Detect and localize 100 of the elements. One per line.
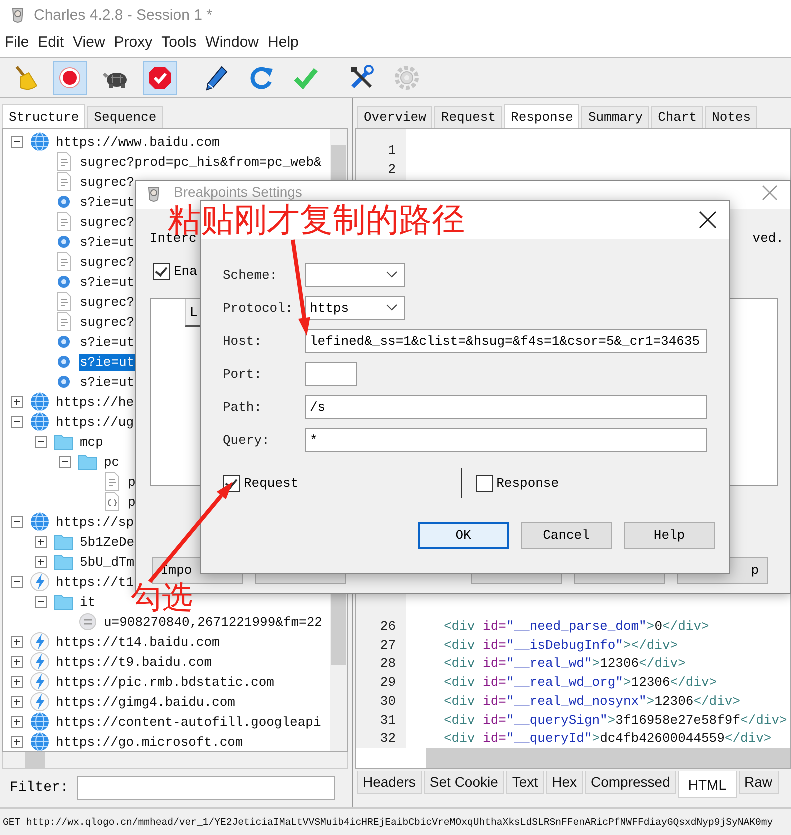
tab[interactable]: Response: [504, 104, 580, 128]
tree-item[interactable]: 5bU_dTm: [79, 554, 136, 570]
tree-item[interactable]: s?ie=ut: [79, 374, 136, 390]
scrollbar[interactable]: [426, 748, 790, 768]
tab[interactable]: Summary: [581, 106, 650, 128]
dialog-button[interactable]: Cancel: [521, 522, 612, 549]
tree-item[interactable]: s?ie=ut: [79, 194, 136, 210]
dialog-button[interactable]: Help: [624, 522, 715, 549]
dropdown[interactable]: [305, 263, 405, 287]
line-number: 32: [379, 731, 396, 746]
menu-item[interactable]: File: [0, 34, 34, 51]
tree-item[interactable]: https://go.microsoft.com: [55, 734, 244, 750]
tree-item[interactable]: sugrec?: [79, 314, 136, 330]
tab[interactable]: Sequence: [87, 106, 163, 128]
tree-item[interactable]: mcp: [79, 434, 104, 450]
tab[interactable]: Headers: [357, 771, 422, 794]
tab[interactable]: Hex: [546, 771, 583, 794]
tree-item[interactable]: https://ug: [55, 414, 136, 430]
tree-item[interactable]: s?ie=ut: [79, 334, 136, 350]
field-label: Host:: [223, 334, 262, 348]
tab[interactable]: Notes: [705, 106, 758, 128]
expand-icon[interactable]: [11, 396, 23, 408]
input-field[interactable]: /s: [305, 395, 707, 419]
menu-item[interactable]: Edit: [33, 34, 68, 51]
collapse-icon[interactable]: [35, 596, 47, 608]
dialog-title: Breakpoints Settings: [174, 185, 304, 200]
tab[interactable]: Text: [506, 771, 544, 794]
collapse-icon[interactable]: [59, 456, 71, 468]
window-title: Charles 4.2.8 - Session 1 *: [34, 6, 212, 24]
tab[interactable]: Set Cookie: [424, 771, 504, 794]
intro-text: ved.: [752, 231, 784, 246]
checkbox-label: Response: [496, 476, 560, 490]
input-field[interactable]: *: [305, 428, 707, 452]
collapse-icon[interactable]: [35, 436, 47, 448]
tree-item[interactable]: p: [127, 494, 137, 510]
collapse-icon[interactable]: [11, 416, 23, 428]
dialog-button[interactable]: OK: [418, 522, 509, 549]
tab[interactable]: Request: [434, 106, 502, 128]
tree-item[interactable]: s?ie=ut: [79, 354, 136, 370]
field-label: Path:: [223, 400, 262, 414]
tree-item[interactable]: https://gimg4.baidu.com: [55, 694, 236, 710]
status-bar: GET http://wx.qlogo.cn/mmhead/ver_1/YE2JeticiaIMaLtVVSMuib4icHREjEaibCbicVreMOxqUhthaXksLdSLRSnFFenARicPfNWFFdiayGQsxdNyp9jSyNAK0my: [0, 807, 791, 835]
menu-item[interactable]: Help: [263, 34, 303, 51]
expand-icon[interactable]: [11, 656, 23, 668]
line-number: 29: [379, 675, 396, 690]
tree-item[interactable]: https://content-autofill.googleapi: [55, 714, 322, 730]
tree-item[interactable]: pc: [103, 454, 121, 470]
expand-icon[interactable]: [11, 716, 23, 728]
menu-item[interactable]: Window: [200, 34, 264, 51]
expand-icon[interactable]: [11, 696, 23, 708]
tab[interactable]: HTML: [678, 771, 736, 798]
tree-item[interactable]: https://he: [55, 394, 136, 410]
code-line: <div id="__real_wd_nosynx">12306</div>: [444, 694, 741, 709]
checkbox[interactable]: [153, 263, 170, 280]
tree-item[interactable]: u=908270840,2671221999&fm=22: [103, 614, 324, 630]
tree-item[interactable]: sugrec?prod=pc_his&from=pc_web&: [79, 154, 323, 170]
tree-item[interactable]: https://t14.baidu.com: [55, 634, 221, 650]
expand-icon[interactable]: [11, 636, 23, 648]
close-icon[interactable]: [699, 211, 717, 229]
collapse-icon[interactable]: [11, 576, 23, 588]
expand-icon[interactable]: [35, 556, 47, 568]
field-label: Port:: [223, 366, 262, 382]
tree-item[interactable]: it: [79, 594, 97, 610]
tree-item[interactable]: s?ie=ut: [79, 274, 136, 290]
tree-item[interactable]: https://www.baidu.com: [55, 134, 221, 150]
expand-icon[interactable]: [11, 736, 23, 748]
close-icon: [762, 185, 778, 201]
tree-item[interactable]: sugrec?: [79, 294, 136, 310]
scrollbar[interactable]: [2, 752, 348, 769]
menu-item[interactable]: Proxy: [109, 34, 157, 51]
menu-item[interactable]: Tools: [156, 34, 201, 51]
tree-item[interactable]: https://sp: [55, 514, 136, 530]
collapse-icon[interactable]: [11, 136, 23, 148]
lightning-icon: [30, 672, 50, 692]
line-number: 31: [379, 712, 396, 728]
tree-item[interactable]: https://t9.baidu.com: [55, 654, 214, 670]
app-icon: [10, 6, 26, 24]
tree-item[interactable]: sugrec?: [79, 214, 136, 230]
tab[interactable]: Raw: [738, 771, 779, 794]
checkbox[interactable]: [476, 474, 493, 492]
line-number: 28: [379, 656, 396, 672]
tab[interactable]: Chart: [651, 106, 704, 128]
tab[interactable]: Overview: [357, 106, 432, 128]
filter-field[interactable]: [76, 776, 335, 800]
tree-item[interactable]: 5b1ZeDe: [79, 534, 136, 550]
tab[interactable]: Structure: [2, 104, 86, 128]
input-field[interactable]: lefined&_ss=1&clist=&hsug=&f4s=1&csor=5&_cr1=34635: [305, 329, 707, 353]
tab[interactable]: Compressed: [585, 771, 676, 794]
dropdown[interactable]: https: [305, 296, 405, 320]
tree-item[interactable]: s?ie=ut: [79, 234, 136, 250]
collapse-icon[interactable]: [11, 516, 23, 528]
menu-item[interactable]: View: [68, 34, 110, 51]
expand-icon[interactable]: [35, 536, 47, 548]
tree-item[interactable]: https://pic.rmb.bdstatic.com: [55, 674, 276, 690]
expand-icon[interactable]: [11, 676, 23, 688]
tree-item[interactable]: p: [127, 474, 137, 490]
tree-item[interactable]: sugrec?: [79, 174, 136, 190]
app-icon: [146, 185, 162, 203]
input-field[interactable]: [305, 362, 357, 386]
tree-item[interactable]: sugrec?: [79, 254, 136, 270]
